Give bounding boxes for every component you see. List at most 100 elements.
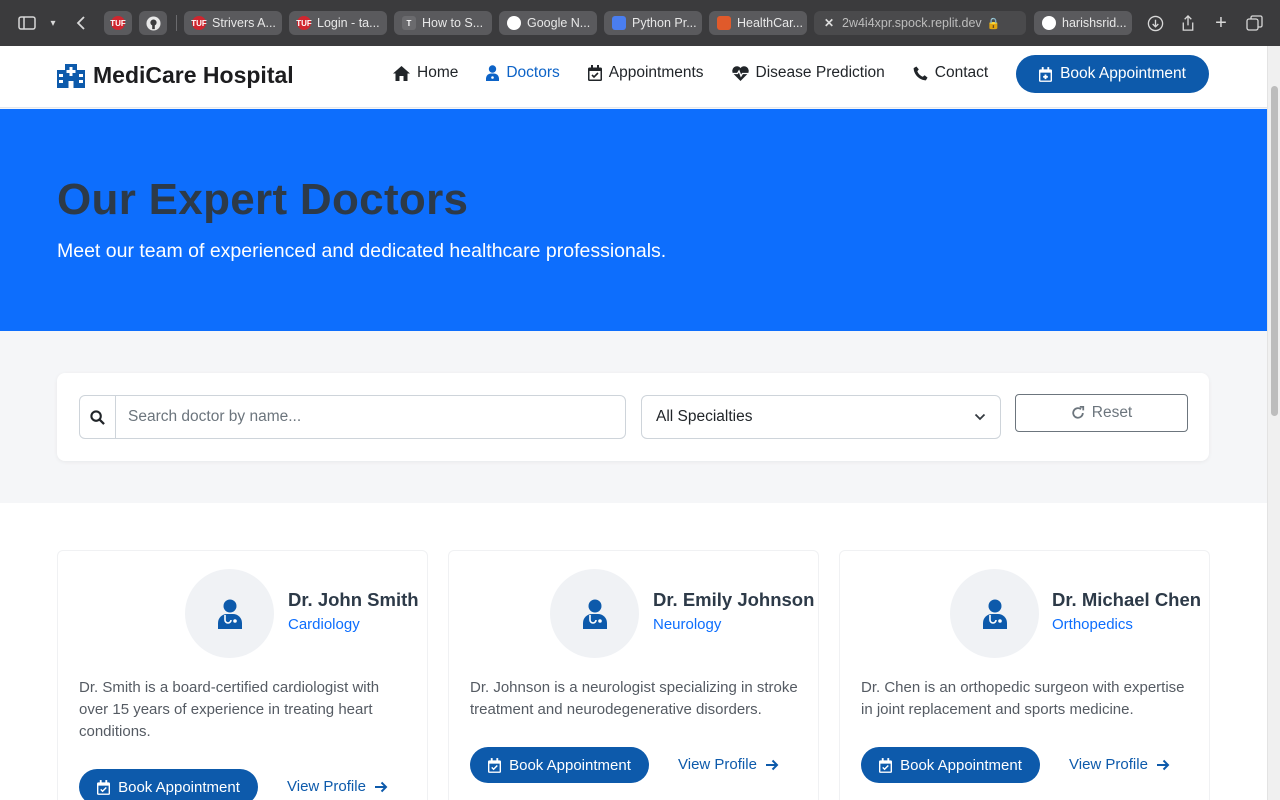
- link-label: View Profile: [287, 778, 366, 795]
- main-nav: Home Doctors Appointments Disease Predic…: [393, 64, 988, 82]
- link-label: View Profile: [1069, 756, 1148, 773]
- back-icon[interactable]: [70, 12, 92, 34]
- book-appointment-button[interactable]: Book Appointment: [1016, 55, 1209, 93]
- doctor-icon: [982, 599, 1007, 629]
- browser-tab-active[interactable]: ✕ 2w4i4xpr.spock.replit.dev 🔒: [814, 11, 1026, 35]
- button-label: Book Appointment: [1060, 65, 1186, 82]
- scrollbar-thumb[interactable]: [1271, 86, 1278, 416]
- replit-icon: [717, 16, 731, 30]
- calendar-icon: [488, 757, 502, 773]
- sidebar-toggle-icon[interactable]: [16, 12, 38, 34]
- tab-label: HealthCar...: [737, 16, 804, 30]
- browser-tab[interactable]: T How to S...: [394, 11, 492, 35]
- tuf-icon: TUF: [191, 16, 207, 30]
- nav-label: Doctors: [506, 64, 560, 81]
- page-subtitle: Meet our team of experienced and dedicat…: [57, 240, 667, 262]
- specialty-select[interactable]: All Specialties: [641, 395, 1001, 439]
- arrow-right-icon: [1156, 759, 1170, 770]
- close-icon[interactable]: ✕: [822, 16, 836, 30]
- browser-tab[interactable]: harishsrid...: [1034, 11, 1132, 35]
- doctor-specialty: Neurology: [653, 616, 722, 633]
- doctor-description: Dr. Chen is an orthopedic surgeon with e…: [861, 679, 1185, 718]
- tab-label: harishsrid...: [1062, 16, 1127, 30]
- browser-tab[interactable]: TUF Login - ta...: [289, 11, 387, 35]
- doctor-name: Dr. Emily Johnson: [653, 589, 815, 610]
- nav-item-home[interactable]: Home: [393, 64, 458, 82]
- doctor-card: Dr. Michael Chen Orthopedics Dr. Chen is…: [839, 550, 1210, 800]
- button-label: Book Appointment: [509, 756, 631, 774]
- doctor-description: Dr. Johnson is a neurologist specializin…: [470, 679, 798, 718]
- tab-overview-icon[interactable]: [1243, 12, 1265, 34]
- calendar-icon: [879, 757, 893, 773]
- reset-button[interactable]: Reset: [1015, 394, 1188, 432]
- github-icon: [1042, 16, 1056, 30]
- calendar-icon: [587, 65, 602, 81]
- t-icon: T: [402, 16, 416, 30]
- doctor-avatar: [550, 569, 639, 658]
- book-appointment-button[interactable]: Book Appointment: [861, 747, 1040, 783]
- browser-tab[interactable]: TUF Strivers A...: [184, 11, 282, 35]
- brand-name: MediCare Hospital: [93, 62, 294, 88]
- tab-label: Strivers A...: [212, 16, 276, 30]
- tab-label: Login - ta...: [317, 16, 380, 30]
- page-scrollbar[interactable]: [1267, 46, 1280, 800]
- doctor-specialty: Orthopedics: [1052, 616, 1133, 633]
- doctor-icon: [486, 65, 500, 81]
- tab-label: Python Pr...: [632, 16, 697, 30]
- chevron-down-icon[interactable]: ▾: [42, 12, 64, 34]
- doctor-card: Dr. John Smith Cardiology Dr. Smith is a…: [57, 550, 428, 800]
- view-profile-link[interactable]: View Profile: [287, 778, 388, 795]
- browser-tab[interactable]: Google N...: [499, 11, 597, 35]
- tab-label: Google N...: [527, 16, 591, 30]
- pinned-tab-github[interactable]: [139, 11, 167, 35]
- lock-icon: 🔒: [986, 17, 1001, 30]
- tuf-icon: TUF: [110, 16, 126, 30]
- hero-banner: Our Expert Doctors Meet our team of expe…: [0, 109, 1267, 331]
- web-page: MediCare Hospital Home Doctors Appointme…: [0, 46, 1267, 800]
- view-profile-link[interactable]: View Profile: [678, 756, 779, 773]
- pinned-tab-tuf[interactable]: TUF: [104, 11, 132, 35]
- search-icon: [80, 396, 116, 438]
- doctor-list: Dr. John Smith Cardiology Dr. Smith is a…: [0, 503, 1267, 800]
- nav-item-doctors[interactable]: Doctors: [486, 64, 560, 82]
- refresh-icon: [1072, 406, 1084, 419]
- browser-tab[interactable]: Python Pr...: [604, 11, 702, 35]
- view-profile-link[interactable]: View Profile: [1069, 756, 1170, 773]
- button-label: Book Appointment: [118, 778, 240, 796]
- new-tab-icon[interactable]: +: [1210, 12, 1232, 34]
- tuf-icon: TUF: [296, 16, 312, 30]
- nav-item-appointments[interactable]: Appointments: [587, 64, 704, 82]
- select-value: All Specialties: [656, 408, 753, 425]
- docs-icon: [612, 16, 626, 30]
- button-label: Book Appointment: [900, 756, 1022, 774]
- nav-item-disease-prediction[interactable]: Disease Prediction: [731, 64, 885, 82]
- download-icon[interactable]: [1144, 12, 1166, 34]
- filter-card: All Specialties Reset: [57, 373, 1209, 461]
- brand[interactable]: MediCare Hospital: [57, 62, 294, 89]
- nav-label: Disease Prediction: [755, 64, 885, 81]
- chevron-down-icon: [974, 413, 986, 421]
- github-icon: [145, 15, 161, 31]
- doctor-icon: [217, 599, 242, 629]
- nav-label: Home: [417, 64, 459, 81]
- book-appointment-button[interactable]: Book Appointment: [470, 747, 649, 783]
- doctor-specialty: Cardiology: [288, 616, 360, 633]
- nav-label: Appointments: [608, 64, 704, 81]
- nav-label: Contact: [934, 64, 989, 81]
- nav-item-contact[interactable]: Contact: [913, 64, 988, 82]
- calendar-icon: [97, 779, 111, 795]
- site-navbar: MediCare Hospital Home Doctors Appointme…: [0, 46, 1267, 108]
- doctor-avatar: [950, 569, 1039, 658]
- doctor-name: Dr. Michael Chen: [1052, 589, 1202, 610]
- doctor-name: Dr. John Smith: [288, 589, 419, 610]
- browser-tab[interactable]: HealthCar...: [709, 11, 807, 35]
- doctor-card: Dr. Emily Johnson Neurology Dr. Johnson …: [448, 550, 819, 800]
- search-input[interactable]: [116, 396, 625, 438]
- book-appointment-button[interactable]: Book Appointment: [79, 769, 258, 800]
- phone-icon: [913, 65, 928, 80]
- notebook-icon: [507, 16, 521, 30]
- tab-label: How to S...: [422, 16, 484, 30]
- browser-toolbar: ▾ TUF TUF Strivers A... TUF Login - ta... …: [0, 0, 1280, 46]
- button-label: Reset: [1091, 404, 1133, 421]
- share-icon[interactable]: [1177, 12, 1199, 34]
